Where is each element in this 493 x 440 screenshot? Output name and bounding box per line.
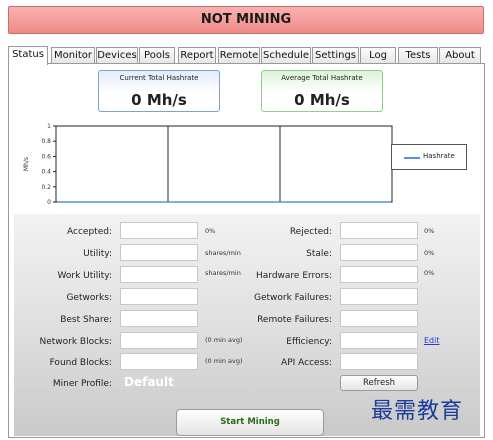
y-tick-label-1: 0.2 [41, 184, 51, 191]
stale-field[interactable] [340, 244, 418, 261]
edit-link[interactable]: Edit [424, 336, 440, 345]
y-axis-label: Mh/s [23, 157, 30, 171]
getworks-label: Getworks: [66, 293, 112, 303]
hardware-errors-label: Hardware Errors: [256, 271, 332, 281]
remote-failures-field[interactable] [340, 310, 418, 327]
y-tick-label-3: 0.6 [41, 153, 51, 160]
api-access-field[interactable] [340, 353, 418, 370]
work-utility-label: Work Utility: [57, 271, 112, 281]
average-hashrate-value: 0 Mh/s [294, 91, 350, 109]
tab-tests[interactable]: Tests [398, 47, 438, 63]
hardware-errors-percent: 0% [424, 269, 435, 277]
y-tick-label-5: 1 [47, 123, 51, 130]
best-share-field[interactable] [120, 310, 198, 327]
tab-monitor[interactable]: Monitor [51, 47, 95, 63]
tab-devices[interactable]: Devices [96, 47, 138, 63]
utility-field[interactable] [120, 244, 198, 261]
efficiency-label: Efficiency: [286, 337, 332, 347]
tab-log[interactable]: Log [360, 47, 396, 63]
best-share-label: Best Share: [60, 315, 112, 325]
efficiency-field[interactable] [340, 332, 418, 349]
rejected-field[interactable] [340, 222, 418, 239]
miner-profile-value[interactable]: Default [124, 375, 174, 389]
getwork-failures-label: Getwork Failures: [253, 293, 332, 303]
legend-label-hashrate: Hashrate [423, 152, 455, 160]
average-hashrate-title: Average Total Hashrate [281, 74, 363, 82]
y-tick-label-0: 0 [47, 199, 51, 206]
current-hashrate-value: 0 Mh/s [131, 91, 187, 109]
tab-pools[interactable]: Pools [139, 47, 175, 63]
tab-schedule[interactable]: Schedule [261, 47, 311, 63]
watermark-text: 最需教育 [371, 399, 464, 424]
work-utility-field[interactable] [120, 266, 198, 283]
tab-status[interactable]: Status [8, 46, 48, 65]
tab-report[interactable]: Report [178, 47, 216, 63]
legend-line-hashrate [404, 157, 420, 159]
found-blocks-label: Found Blocks: [49, 358, 112, 368]
y-tick-label-2: 0.4 [41, 169, 51, 176]
accepted-field[interactable] [120, 222, 198, 239]
stale-label: Stale: [306, 249, 332, 259]
tab-about[interactable]: About [439, 47, 481, 63]
chart-legend: Hashrate [391, 144, 467, 170]
utility-label: Utility: [83, 249, 112, 259]
current-hashrate-box: Current Total Hashrate 0 Mh/s [98, 70, 220, 112]
stale-percent: 0% [424, 249, 435, 257]
current-hashrate-title: Current Total Hashrate [119, 74, 199, 82]
remote-failures-label: Remote Failures: [257, 315, 332, 325]
tab-settings[interactable]: Settings [312, 47, 359, 63]
miner-profile-label: Miner Profile: [52, 379, 112, 389]
found-blocks-field[interactable] [120, 353, 198, 370]
mining-status-banner: NOT MINING [8, 6, 484, 34]
accepted-label: Accepted: [67, 227, 112, 237]
rejected-percent: 0% [424, 227, 435, 235]
start-mining-button[interactable]: Start Mining [176, 409, 324, 436]
network-blocks-field[interactable] [120, 332, 198, 349]
tab-remote[interactable]: Remote [218, 47, 260, 63]
api-access-label: API Access: [281, 358, 332, 368]
tab-bar: Status Monitor Devices Pools Report Remo… [8, 46, 485, 65]
rejected-label: Rejected: [289, 227, 332, 237]
getwork-failures-field[interactable] [340, 288, 418, 305]
hardware-errors-field[interactable] [340, 266, 418, 283]
network-blocks-label: Network Blocks: [39, 337, 112, 347]
plot-frame [55, 125, 393, 203]
y-tick-label-4: 0.8 [41, 138, 51, 145]
refresh-button[interactable]: Refresh [340, 375, 418, 391]
average-hashrate-box: Average Total Hashrate 0 Mh/s [261, 70, 383, 112]
getworks-field[interactable] [120, 288, 198, 305]
accepted-percent: 0% [205, 227, 216, 235]
